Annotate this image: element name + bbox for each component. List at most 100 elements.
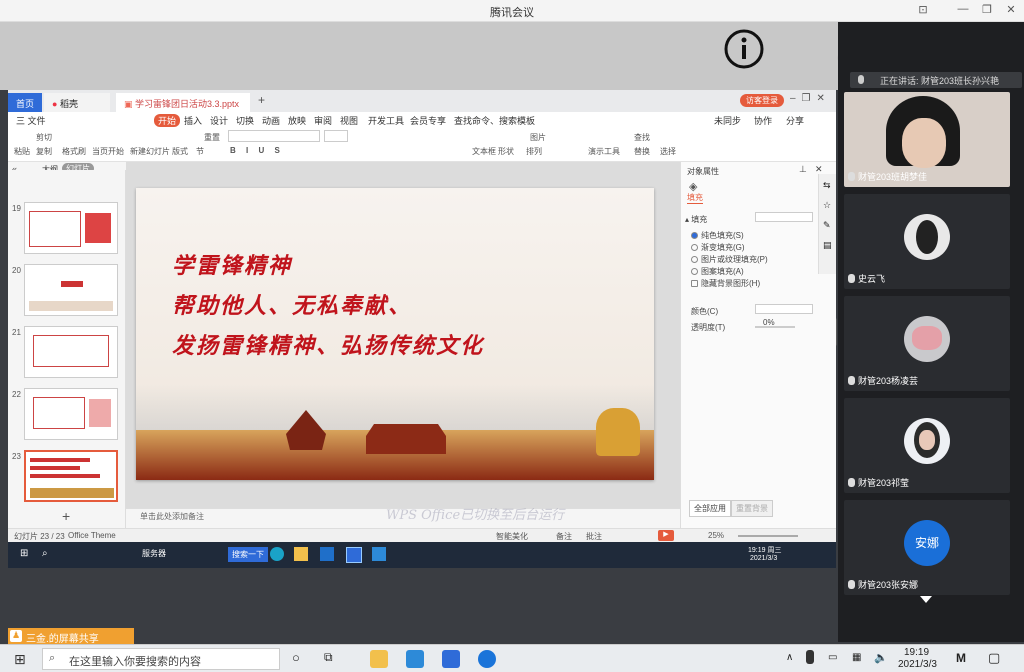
apply-all-button[interactable]: 全部应用	[689, 500, 731, 517]
file-explorer-icon[interactable]	[370, 650, 388, 668]
replace-button[interactable]: 替换	[634, 146, 650, 157]
search-box[interactable]: ⌕ 在这里输入你要搜索的内容	[42, 648, 280, 670]
play-icon[interactable]: ▶	[658, 530, 674, 541]
copy-button[interactable]: 复制	[36, 146, 52, 157]
maximize-button[interactable]: ❐	[976, 3, 998, 19]
menu-insert[interactable]: 插入	[184, 114, 202, 127]
sync-status[interactable]: 未同步	[714, 114, 741, 127]
transparency-slider[interactable]	[755, 326, 795, 328]
mail-icon[interactable]	[320, 547, 334, 561]
wps-icon[interactable]	[442, 650, 460, 668]
volume-icon[interactable]: 🔈	[874, 651, 888, 664]
cortana-icon[interactable]: ○	[292, 650, 300, 665]
slide-thumbnail-selected[interactable]	[24, 450, 118, 502]
option-gradient-fill[interactable]: 渐变填充(G)	[691, 242, 745, 253]
ime-indicator[interactable]: M	[956, 651, 966, 665]
menu-transition[interactable]: 切换	[236, 114, 254, 127]
edit-icon[interactable]: ✎	[823, 220, 831, 231]
participant-tile[interactable]: 安娜 财管203张安娜	[844, 500, 1010, 595]
select-button[interactable]: 选择	[660, 146, 676, 157]
tencent-meeting-icon[interactable]	[406, 650, 424, 668]
option-solid-fill[interactable]: 纯色填充(S)	[691, 230, 744, 241]
app-button[interactable]: 服务器	[142, 548, 166, 559]
menu-start[interactable]: 开始	[154, 114, 181, 127]
pin-pane-icon[interactable]: ⊥	[799, 164, 807, 175]
smart-beautify-button[interactable]: 智能美化	[496, 531, 528, 542]
paste-button[interactable]: 粘贴	[14, 146, 30, 157]
layers-icon[interactable]: ▤	[823, 240, 832, 251]
slide-thumbnail[interactable]	[24, 202, 118, 254]
slide-thumbnail[interactable]	[24, 388, 118, 440]
cut-button[interactable]: 剪切	[36, 132, 52, 143]
new-tab-button[interactable]: +	[258, 93, 265, 107]
arrange-button[interactable]: 排列	[526, 146, 542, 157]
picture-button[interactable]: 图片	[530, 132, 546, 143]
zoom-slider[interactable]	[738, 535, 798, 537]
current-slide[interactable]: 学雷锋精神 帮助他人、无私奉献、 发扬雷锋精神、弘扬传统文化	[136, 188, 654, 480]
layout-button[interactable]: 版式	[172, 146, 188, 157]
textbox-button[interactable]: 文本框	[472, 146, 496, 157]
fill-section-header[interactable]: ▴ 填充	[685, 214, 707, 225]
tencent-meeting-icon[interactable]	[372, 547, 386, 561]
font-select[interactable]	[228, 130, 320, 142]
add-slide-button[interactable]: +	[62, 508, 70, 524]
minimize-button[interactable]: —	[952, 3, 974, 19]
window-controls[interactable]: –❐✕	[790, 93, 831, 104]
tab-daoke[interactable]: ● 稻壳	[44, 93, 110, 112]
tab-document[interactable]: ▣ 学习雷锋团日活动3.3.pptx	[116, 93, 250, 112]
app-icon[interactable]	[478, 650, 496, 668]
notes-placeholder[interactable]: 单击此处添加备注	[140, 511, 204, 522]
participant-tile[interactable]: 史云飞	[844, 194, 1010, 289]
menu-design[interactable]: 设计	[210, 114, 228, 127]
find-button[interactable]: 查找	[634, 132, 650, 143]
fill-type-select[interactable]	[755, 212, 813, 222]
notes-button[interactable]: 备注	[556, 531, 572, 542]
pin-icon[interactable]: ⊡	[912, 3, 934, 19]
search-icon[interactable]: ⌕	[42, 548, 48, 559]
menu-review[interactable]: 审阅	[314, 114, 332, 127]
scroll-down-icon[interactable]	[920, 596, 932, 603]
format-painter-button[interactable]: 格式刷	[62, 146, 86, 157]
mic-icon[interactable]	[806, 650, 814, 664]
play-from-current-button[interactable]: 当页开始	[92, 146, 124, 157]
login-button[interactable]: 访客登录	[740, 94, 784, 107]
reset-background-button[interactable]: 重置背景	[731, 500, 773, 517]
tab-fill[interactable]: 填充	[687, 192, 703, 204]
option-hide-background[interactable]: 隐藏背景图形(H)	[691, 278, 760, 289]
section-button[interactable]: 节	[196, 146, 204, 157]
menu-view[interactable]: 视图	[340, 114, 358, 127]
menu-developer[interactable]: 开发工具	[368, 114, 404, 127]
start-icon[interactable]: ⊞	[14, 651, 26, 668]
tab-home[interactable]: 首页	[8, 93, 42, 112]
menu-animation[interactable]: 动画	[262, 114, 280, 127]
participant-tile[interactable]: 财管203杨凌芸	[844, 296, 1010, 391]
shape-button[interactable]: 形状	[498, 146, 514, 157]
screen-share-label[interactable]: ♟ 三金.的屏幕共享	[8, 628, 134, 645]
color-select[interactable]	[755, 304, 813, 314]
start-icon[interactable]: ⊞	[20, 548, 28, 559]
option-pattern-fill[interactable]: 图案填充(A)	[691, 266, 744, 277]
option-picture-fill[interactable]: 图片或纹理填充(P)	[691, 254, 768, 265]
folder-icon[interactable]	[294, 547, 308, 561]
collaborate-button[interactable]: 协作	[754, 114, 772, 127]
notification-icon[interactable]: ▢	[988, 650, 1000, 666]
slide-thumbnail[interactable]	[24, 264, 118, 316]
participant-tile[interactable]: 财管203班胡梦佳	[844, 92, 1010, 187]
new-slide-button[interactable]: 新建幻灯片	[130, 146, 170, 157]
info-icon[interactable]	[723, 28, 765, 70]
slide-thumbnail[interactable]	[24, 326, 118, 378]
task-view-icon[interactable]: ⧉	[324, 650, 333, 665]
participant-tile[interactable]: 财管203祁莹	[844, 398, 1010, 493]
battery-icon[interactable]: ▭	[828, 652, 837, 663]
command-search[interactable]: 查找命令、搜索模板	[454, 114, 535, 127]
wps-icon[interactable]	[346, 547, 362, 563]
menu-slideshow[interactable]: 放映	[288, 114, 306, 127]
menu-member[interactable]: 会员专享	[410, 114, 446, 127]
share-button[interactable]: 分享	[786, 114, 804, 127]
font-style-buttons[interactable]: B I U S	[230, 146, 284, 155]
network-icon[interactable]: ▦	[852, 652, 861, 663]
star-icon[interactable]: ☆	[823, 200, 831, 211]
font-size-select[interactable]	[324, 130, 348, 142]
presentation-tools-button[interactable]: 演示工具	[588, 146, 620, 157]
search-once-button[interactable]: 搜索一下	[228, 547, 268, 562]
